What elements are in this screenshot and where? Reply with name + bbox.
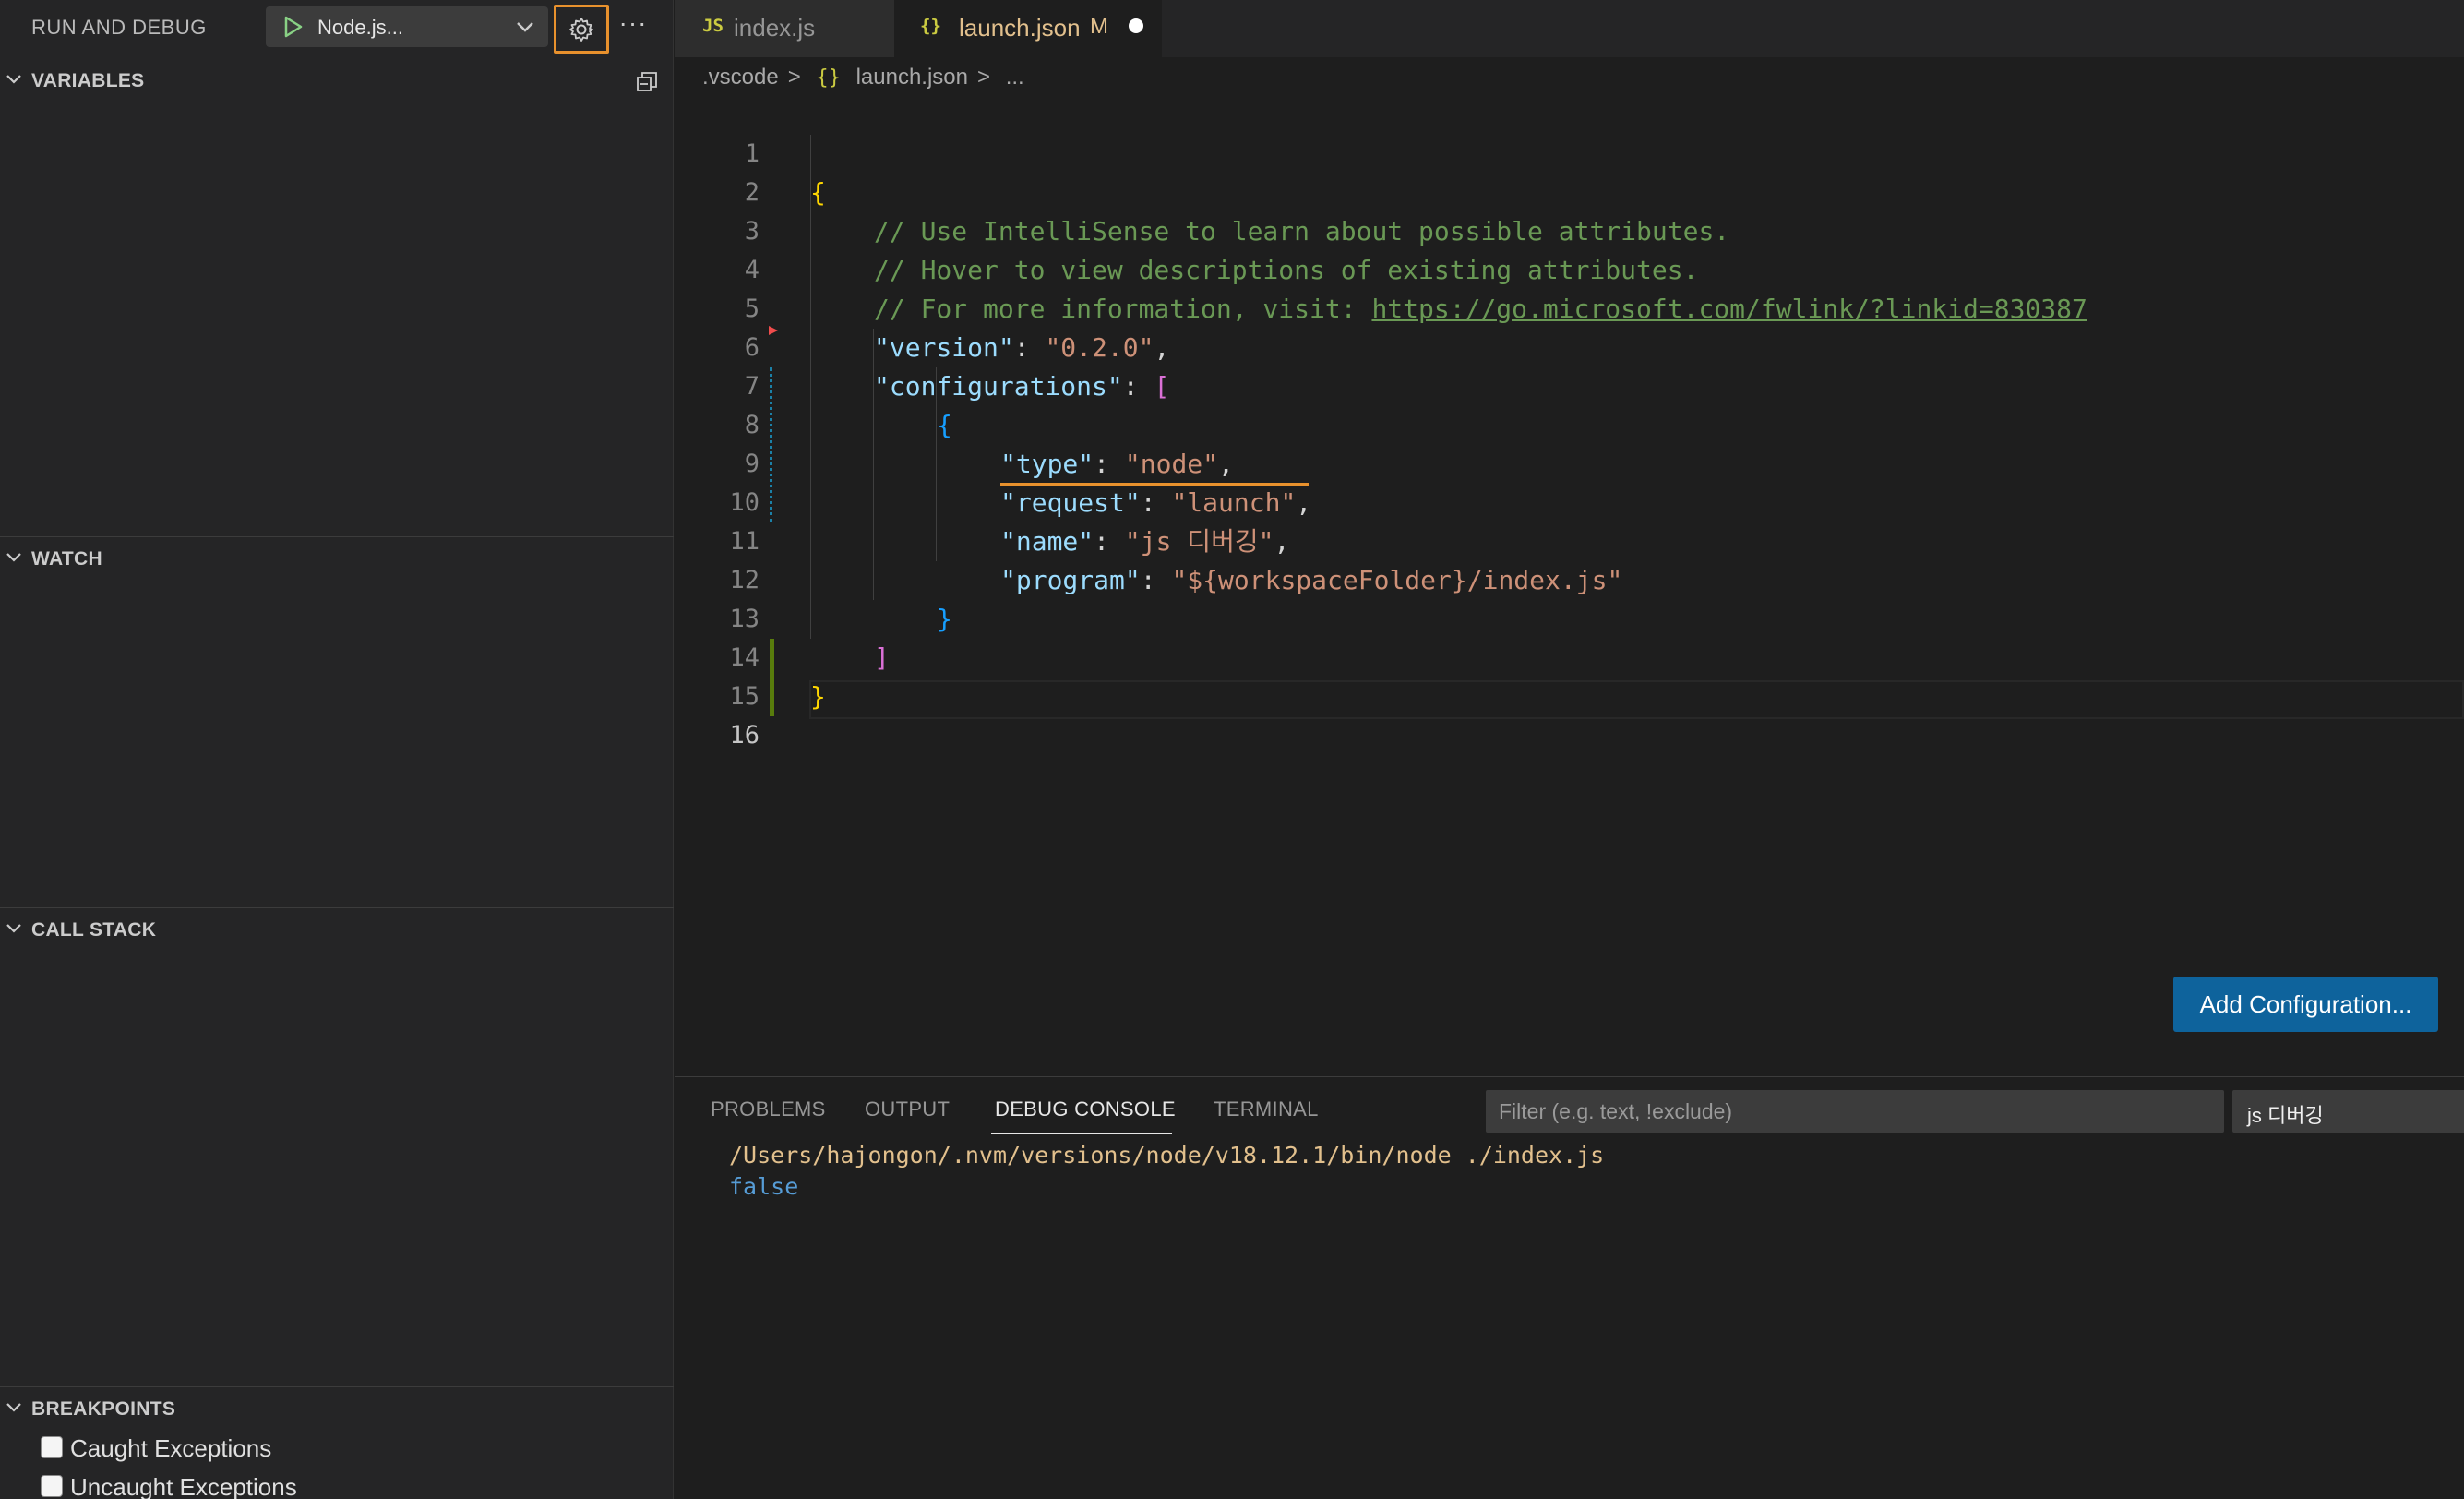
chevron-down-icon xyxy=(6,75,21,84)
tab-label: launch.json xyxy=(959,14,1081,42)
editor-tab-bar: JS index.js {} launch.json M xyxy=(675,0,2464,57)
code-line: 2 // Use IntelliSense to learn about pos… xyxy=(675,135,2464,246)
section-divider xyxy=(0,907,674,908)
tab-index-js[interactable]: JS index.js xyxy=(675,0,894,57)
more-actions-icon[interactable]: ··· xyxy=(616,9,650,37)
code-line: 3 // Hover to view descriptions of exist… xyxy=(675,174,2464,285)
open-launch-json-button[interactable] xyxy=(554,5,609,54)
code-line: 8 "type": "node", xyxy=(675,367,2464,479)
variables-title: VARIABLES xyxy=(31,70,145,91)
modified-badge: M xyxy=(1090,14,1108,39)
code-editor[interactable]: 1 { 2 // Use IntelliSense to learn about… xyxy=(675,96,2464,1074)
launch-config-dropdown[interactable]: Node.js... xyxy=(266,6,548,47)
javascript-file-icon: JS xyxy=(702,16,724,36)
breadcrumb-file[interactable]: launch.json xyxy=(856,65,968,90)
code-line: 6 "configurations": [ xyxy=(675,290,2464,402)
breadcrumb-separator: > xyxy=(787,65,801,90)
code-line: 12 } xyxy=(675,522,2464,634)
run-and-debug-title: RUN AND DEBUG xyxy=(31,16,207,39)
code-line: 5 "version": "0.2.0", xyxy=(675,251,2464,363)
checkbox[interactable] xyxy=(41,1436,63,1458)
breadcrumb-separator: > xyxy=(977,65,991,90)
chevron-down-icon xyxy=(6,553,21,562)
add-configuration-button[interactable]: Add Configuration... xyxy=(2173,977,2438,1032)
gear-icon xyxy=(569,18,593,42)
tab-problems[interactable]: PROBLEMS xyxy=(711,1097,826,1121)
debug-session-select[interactable]: js 디버깅 xyxy=(2232,1090,2464,1133)
breakpoint-label: Uncaught Exceptions xyxy=(70,1473,297,1499)
console-output-line: /Users/hajongon/.nvm/versions/node/v18.1… xyxy=(729,1142,1605,1169)
chevron-down-icon xyxy=(517,22,533,32)
call-stack-section-header[interactable]: CALL STACK xyxy=(0,910,674,947)
code-line: 11 "program": "${workspaceFolder}/index.… xyxy=(675,484,2464,595)
line-number: 16 xyxy=(729,721,760,750)
watch-title: WATCH xyxy=(31,548,102,570)
tab-label: index.js xyxy=(734,14,816,42)
checkbox[interactable] xyxy=(41,1475,63,1497)
code-line: 9 "request": "launch", xyxy=(675,406,2464,518)
json-file-icon: {} xyxy=(816,66,841,90)
json-file-icon: {} xyxy=(920,16,941,36)
tab-output[interactable]: OUTPUT xyxy=(865,1097,950,1121)
tab-debug-console[interactable]: DEBUG CONSOLE xyxy=(995,1097,1176,1121)
breakpoints-section-header[interactable]: BREAKPOINTS xyxy=(0,1389,674,1426)
code-line: 1 { xyxy=(675,96,2464,208)
section-divider xyxy=(0,1386,674,1387)
start-debugging-icon[interactable] xyxy=(281,15,305,39)
chevron-down-icon xyxy=(6,924,21,933)
code-line: 14 } xyxy=(675,600,2464,712)
launch-config-label: Node.js... xyxy=(317,16,403,39)
collapse-all-icon[interactable] xyxy=(635,70,659,94)
console-output-line: false xyxy=(729,1173,799,1200)
breakpoints-title: BREAKPOINTS xyxy=(31,1398,176,1420)
code-line: 13 ] xyxy=(675,561,2464,673)
watch-section-header[interactable]: WATCH xyxy=(0,539,674,576)
active-tab-indicator xyxy=(991,1133,1172,1134)
tab-terminal[interactable]: TERMINAL xyxy=(1214,1097,1319,1121)
section-divider xyxy=(0,536,674,537)
call-stack-title: CALL STACK xyxy=(31,919,157,941)
breadcrumb-folder[interactable]: .vscode xyxy=(702,65,779,90)
code-line: 15 xyxy=(675,639,2464,711)
code-line: 7 { xyxy=(675,329,2464,440)
debug-sidebar: RUN AND DEBUG Node.js... ··· VARIABLES W… xyxy=(0,0,674,1499)
variables-section-header[interactable]: VARIABLES xyxy=(0,61,674,98)
code-line: 4 // For more information, visit: https:… xyxy=(675,212,2464,324)
current-line-highlight xyxy=(809,680,2464,719)
breakpoint-label: Caught Exceptions xyxy=(70,1434,272,1462)
breadcrumb-symbols[interactable]: ... xyxy=(1006,65,1024,90)
chevron-down-icon xyxy=(6,1403,21,1412)
code-line: 10 "name": "js 디버깅", xyxy=(675,445,2464,557)
run-and-debug-header: RUN AND DEBUG Node.js... ··· xyxy=(0,0,674,55)
breadcrumb: .vscode > {} launch.json > ... xyxy=(702,65,1034,96)
unsaved-dot-icon[interactable] xyxy=(1129,18,1143,33)
console-filter-input[interactable] xyxy=(1486,1090,2224,1133)
tab-launch-json[interactable]: {} launch.json M xyxy=(894,0,1162,57)
bottom-panel: PROBLEMS OUTPUT DEBUG CONSOLE TERMINAL j… xyxy=(675,1076,2464,1499)
